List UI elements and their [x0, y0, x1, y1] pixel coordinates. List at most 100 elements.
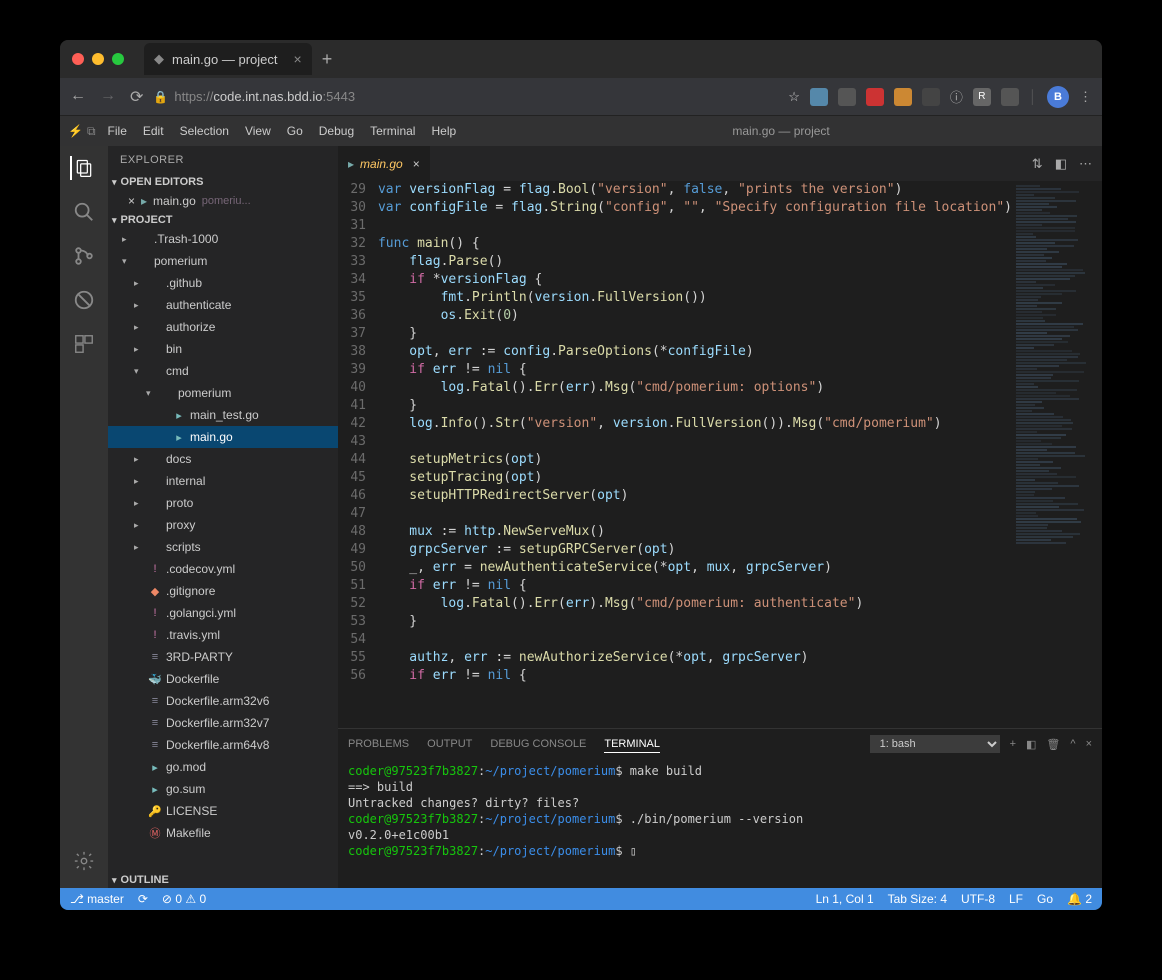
- folder-item[interactable]: ▸bin: [108, 338, 338, 360]
- menu-help[interactable]: Help: [423, 120, 464, 142]
- editor-area: ▸ main.go × ⇅ ◧ ⋯ 29 30 31 32 33 34 35 3…: [338, 146, 1102, 888]
- star-icon[interactable]: ☆: [788, 89, 800, 105]
- folder-item[interactable]: ▾cmd: [108, 360, 338, 382]
- file-item[interactable]: ≡Dockerfile.arm32v6: [108, 690, 338, 712]
- project-section[interactable]: PROJECT: [108, 212, 338, 228]
- debug-icon[interactable]: [72, 288, 96, 312]
- menu-go[interactable]: Go: [279, 120, 311, 142]
- file-item[interactable]: !.codecov.yml: [108, 558, 338, 580]
- file-item[interactable]: ≡Dockerfile.arm32v7: [108, 712, 338, 734]
- settings-gear-icon[interactable]: [72, 849, 96, 873]
- panel-tab-problems[interactable]: PROBLEMS: [348, 738, 409, 750]
- terminal-output[interactable]: coder@97523f7b3827:~/project/pomerium$ m…: [338, 759, 1102, 888]
- folder-item[interactable]: ▸internal: [108, 470, 338, 492]
- git-branch[interactable]: ⎇ master: [70, 892, 124, 906]
- panel-tab-terminal[interactable]: TERMINAL: [604, 738, 660, 753]
- cursor-position[interactable]: Ln 1, Col 1: [816, 892, 874, 906]
- menu-selection[interactable]: Selection: [172, 120, 237, 142]
- close-panel-icon[interactable]: ×: [1086, 738, 1092, 750]
- open-editors-section[interactable]: OPEN EDITORS: [108, 174, 338, 190]
- folder-item[interactable]: ▸proto: [108, 492, 338, 514]
- close-editor-icon[interactable]: ×: [128, 194, 135, 208]
- search-icon[interactable]: [72, 200, 96, 224]
- browser-tab[interactable]: ◆ main.go — project ×: [144, 43, 312, 75]
- folder-item[interactable]: ▸.github: [108, 272, 338, 294]
- menu-debug[interactable]: Debug: [311, 120, 362, 142]
- source-control-icon[interactable]: [72, 244, 96, 268]
- explorer-icon[interactable]: [70, 156, 94, 180]
- folder-item[interactable]: ▾pomerium: [108, 382, 338, 404]
- back-icon[interactable]: ←: [70, 87, 86, 107]
- maximize-panel-icon[interactable]: ^: [1070, 738, 1075, 750]
- open-editor-item[interactable]: × ▸ main.go pomeriu...: [108, 190, 338, 212]
- eol[interactable]: LF: [1009, 892, 1023, 906]
- file-item[interactable]: ◆.gitignore: [108, 580, 338, 602]
- tab-size[interactable]: Tab Size: 4: [888, 892, 947, 906]
- extension-icon[interactable]: [922, 88, 940, 106]
- menu-terminal[interactable]: Terminal: [362, 120, 423, 142]
- kill-terminal-icon[interactable]: 🗑: [1046, 738, 1060, 751]
- new-tab-button[interactable]: +: [322, 49, 333, 70]
- extension-icon[interactable]: R: [973, 88, 991, 106]
- close-window-icon[interactable]: [72, 53, 84, 65]
- problems-status[interactable]: ⊘ 0 ⚠ 0: [162, 892, 206, 906]
- panel-tabs: PROBLEMS OUTPUT DEBUG CONSOLE TERMINAL 1: b…: [338, 729, 1102, 759]
- minimap[interactable]: [1012, 181, 1102, 728]
- encoding[interactable]: UTF-8: [961, 892, 995, 906]
- folder-item[interactable]: ▸proxy: [108, 514, 338, 536]
- menu-file[interactable]: File: [100, 120, 135, 142]
- panel-tab-output[interactable]: OUTPUT: [427, 738, 472, 750]
- outline-section[interactable]: OUTLINE: [108, 872, 338, 888]
- minimize-window-icon[interactable]: [92, 53, 104, 65]
- extension-icon[interactable]: [1001, 88, 1019, 106]
- maximize-window-icon[interactable]: [112, 53, 124, 65]
- extension-icon[interactable]: [866, 88, 884, 106]
- file-item[interactable]: 🐳Dockerfile: [108, 668, 338, 690]
- file-item[interactable]: ⓂMakefile: [108, 822, 338, 844]
- file-item[interactable]: ▸main.go: [108, 426, 338, 448]
- code-editor[interactable]: 29 30 31 32 33 34 35 36 37 38 39 40 41 4…: [338, 181, 1012, 728]
- info-icon[interactable]: ⓘ: [950, 87, 963, 106]
- extension-icon[interactable]: [894, 88, 912, 106]
- file-item[interactable]: ▸go.mod: [108, 756, 338, 778]
- address-bar[interactable]: 🔒 https://code.int.nas.bdd.io:5443 ☆: [153, 89, 799, 105]
- folder-item[interactable]: ▸docs: [108, 448, 338, 470]
- close-tab-icon[interactable]: ×: [413, 157, 420, 171]
- panel-tab-debug-console[interactable]: DEBUG CONSOLE: [490, 738, 586, 750]
- notifications[interactable]: 🔔 2: [1067, 892, 1092, 906]
- split-terminal-icon[interactable]: ◧: [1026, 738, 1036, 751]
- file-item[interactable]: !.golangci.yml: [108, 602, 338, 624]
- menu-view[interactable]: View: [237, 120, 279, 142]
- traffic-lights[interactable]: [72, 53, 124, 65]
- folder-item[interactable]: ▸authorize: [108, 316, 338, 338]
- extension-icon[interactable]: [810, 88, 828, 106]
- terminal-shell-select[interactable]: 1: bash: [870, 735, 1000, 753]
- new-terminal-icon[interactable]: +: [1010, 738, 1016, 750]
- close-tab-icon[interactable]: ×: [294, 51, 302, 67]
- forward-icon[interactable]: →: [100, 87, 116, 107]
- file-item[interactable]: ▸main_test.go: [108, 404, 338, 426]
- split-editor-icon[interactable]: ◧: [1055, 156, 1067, 172]
- browser-menu-icon[interactable]: ⋮: [1079, 89, 1092, 105]
- file-item[interactable]: ≡3RD-PARTY: [108, 646, 338, 668]
- folder-item[interactable]: ▸.Trash-1000: [108, 228, 338, 250]
- reload-icon[interactable]: ⟳: [130, 87, 143, 107]
- language-mode[interactable]: Go: [1037, 892, 1053, 906]
- file-item[interactable]: !.travis.yml: [108, 624, 338, 646]
- profile-avatar[interactable]: B: [1047, 86, 1069, 108]
- file-item[interactable]: ≡Dockerfile.arm64v8: [108, 734, 338, 756]
- folder-item[interactable]: ▸scripts: [108, 536, 338, 558]
- menu-edit[interactable]: Edit: [135, 120, 172, 142]
- folder-item[interactable]: ▾pomerium: [108, 250, 338, 272]
- compare-icon[interactable]: ⇅: [1032, 156, 1043, 172]
- sync-icon[interactable]: ⟳: [138, 892, 148, 906]
- more-actions-icon[interactable]: ⋯: [1079, 156, 1092, 172]
- extensions-icon[interactable]: [72, 332, 96, 356]
- editor-tab[interactable]: ▸ main.go ×: [338, 146, 431, 181]
- folder-item[interactable]: ▸authenticate: [108, 294, 338, 316]
- remote-icon[interactable]: ⚡: [68, 124, 83, 138]
- code-content[interactable]: var versionFlag = flag.Bool("version", f…: [378, 181, 1012, 728]
- file-item[interactable]: ▸go.sum: [108, 778, 338, 800]
- extension-icon[interactable]: [838, 88, 856, 106]
- file-item[interactable]: 🔑LICENSE: [108, 800, 338, 822]
